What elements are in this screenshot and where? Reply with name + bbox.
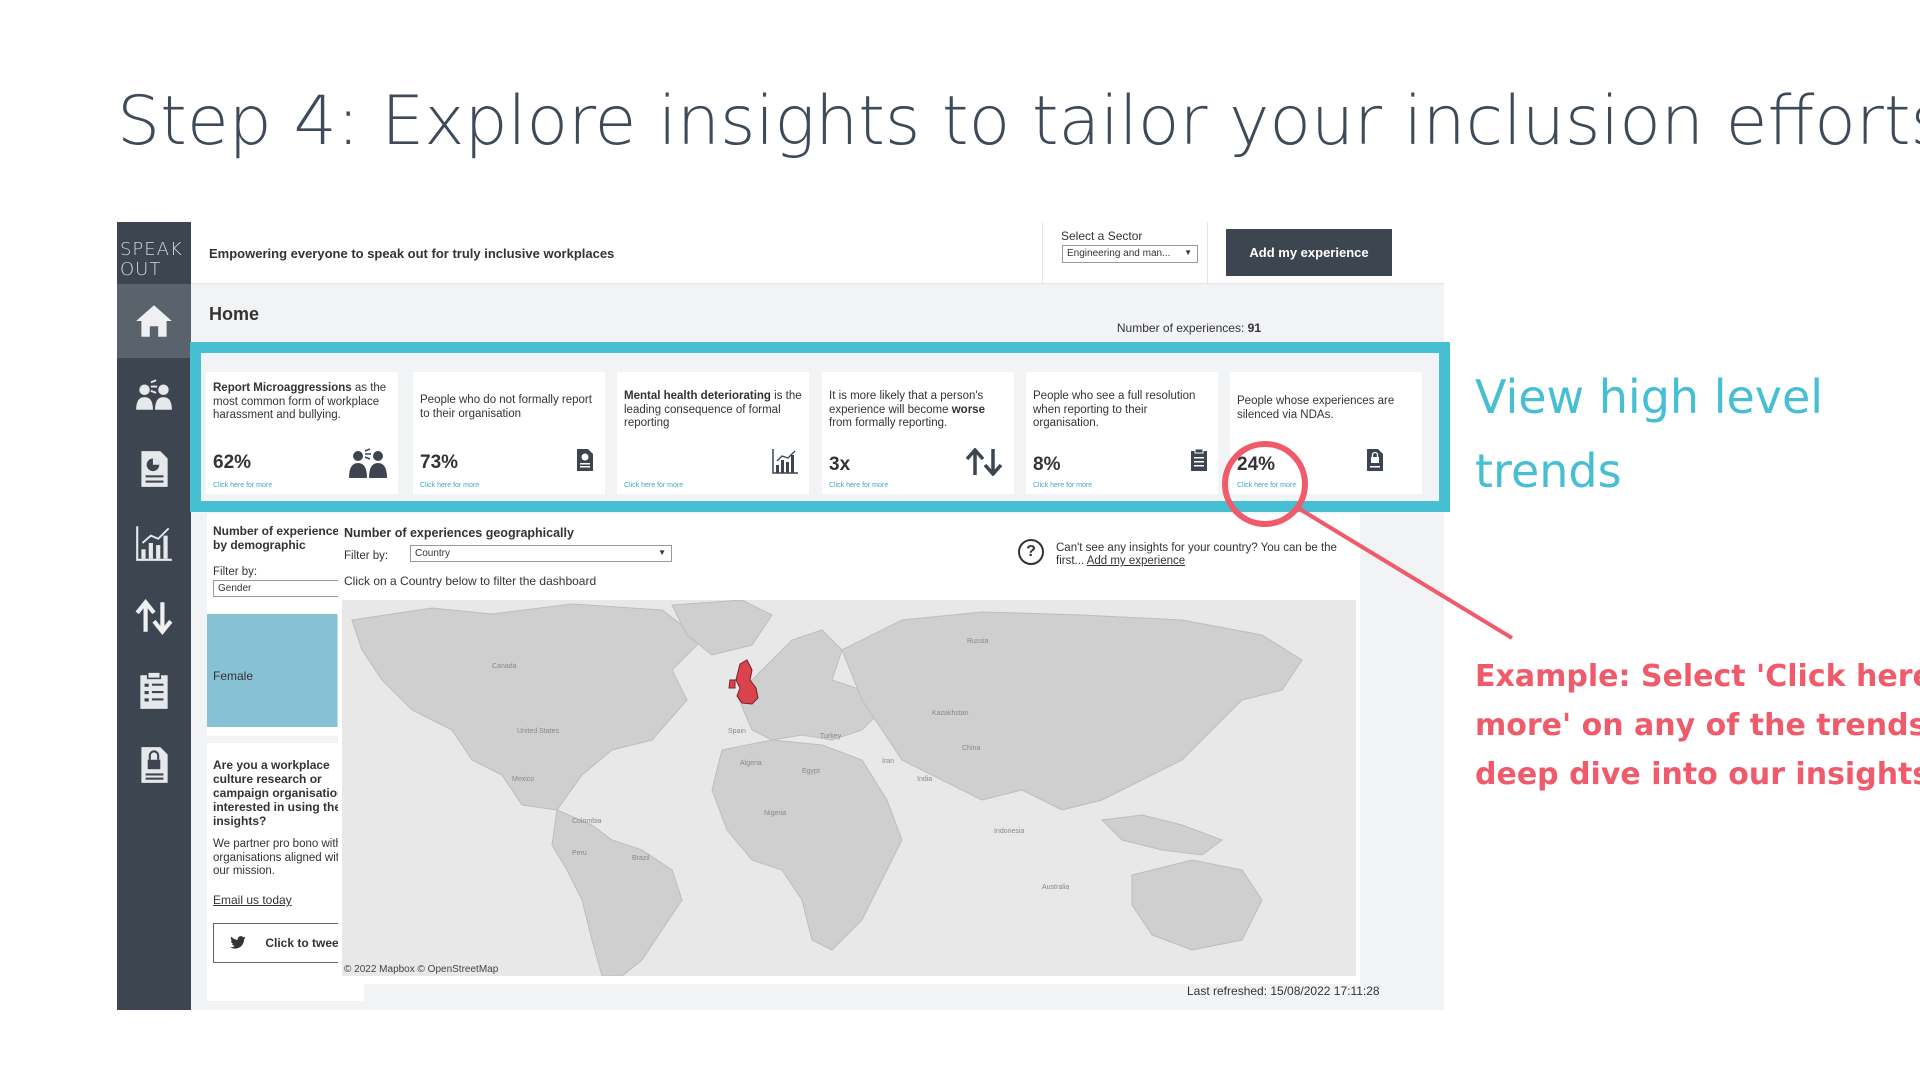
trends-highlight-box [190,342,1450,512]
nav-consequences[interactable] [117,506,191,580]
cant-see-message: Can't see any insights for your country?… [1056,542,1356,568]
map-label-nigeria: Nigeria [764,810,787,817]
map-label-colombia: Colombia [572,818,602,825]
geographic-panel: Number of experiences geographically Fil… [338,514,1360,984]
nav-ndas[interactable] [117,728,191,802]
map-label-turkey: Turkey [820,733,842,740]
example-line-1: Example: Select 'Click here for [1475,659,1920,694]
filter-value: Country [415,548,451,559]
add-experience-button[interactable]: Add my experience [1226,229,1392,276]
world-map[interactable]: Canada United States Mexico Colombia Per… [342,600,1356,976]
view-trends-annotation: View high level trends [1475,370,1824,498]
sector-dropdown[interactable]: Engineering and man... ▼ [1062,245,1198,263]
map-label-russia: Russia [967,638,989,645]
speak-out-logo[interactable]: SPEAK OUT [120,240,183,280]
add-experience-link[interactable]: Add my experience [1087,555,1185,567]
country-filter-dropdown[interactable]: Country ▼ [410,545,672,562]
nav-home[interactable] [117,284,191,358]
map-label-australia: Australia [1042,884,1070,891]
sector-label: Select a Sector [1061,229,1143,243]
map-label-kazakhstan: Kazakhstan [932,710,969,717]
filter-label: Filter by: [213,566,258,578]
sector-value: Engineering and man... [1067,248,1171,259]
lock-document-icon [141,747,168,783]
sidebar: SPEAK OUT [117,222,191,1010]
last-refreshed: Last refreshed: 15/08/2022 17:11:28 [1187,984,1380,998]
geo-hint: Click on a Country below to filter the d… [344,574,597,588]
map-label-india: India [917,776,933,783]
map-label-peru: Peru [572,850,587,857]
experience-count: Number of experiences: 91 [1117,321,1261,335]
report-document-icon [141,451,168,487]
bar-label: Female [213,669,254,683]
experience-count-value: 91 [1247,321,1261,335]
top-bar: Empowering everyone to speak out for tru… [191,222,1444,284]
dashboard-screenshot: SPEAK OUT Empowering everyone to speak o… [117,222,1444,1010]
map-label-spain: Spain [728,728,746,735]
example-line-2: more' on any of the trends to [1475,708,1920,743]
filter-label: Filter by: [344,550,389,562]
caret-down-icon: ▼ [1184,248,1192,257]
map-label-brazil: Brazil [632,855,650,862]
map-label-egypt: Egypt [802,768,820,775]
page-title: Home [209,304,260,324]
map-label-indonesia: Indonesia [994,828,1025,835]
map-label-us: United States [517,728,560,735]
tagline: Empowering everyone to speak out for tru… [209,246,615,261]
example-line-3: deep dive into our insights [1475,757,1920,792]
divider [1042,222,1043,284]
nav-outcomes[interactable] [117,580,191,654]
bar-chart-icon [136,526,172,561]
twitter-bird-icon [230,936,247,949]
map-svg [342,600,1356,976]
logo-line-2: OUT [120,259,162,280]
question-icon: ? [1018,539,1044,565]
map-label-canada: Canada [492,663,517,670]
filter-value: Gender [218,583,252,594]
divider [1207,222,1208,284]
example-annotation: Example: Select 'Click here for more' on… [1475,652,1920,799]
map-label-china: China [962,745,981,752]
nav-resolution[interactable] [117,654,191,728]
people-talking-icon [136,379,172,410]
tweet-button-label: Click to tweet [265,936,343,950]
map-label-iran: Iran [882,758,895,765]
home-icon [136,305,172,337]
caret-down-icon: ▼ [658,548,666,557]
logo-line-1: SPEAK [120,239,183,260]
up-down-arrows-icon [135,598,173,636]
nav-reporting[interactable] [117,432,191,506]
map-label-algeria: Algeria [740,760,762,767]
slide-title: Step 4: Explore insights to tailor your … [117,82,1920,161]
email-us-link[interactable]: Email us today [213,893,292,907]
map-label-mexico: Mexico [512,776,535,783]
nav-microaggressions[interactable] [117,358,191,432]
checklist-icon [140,671,168,709]
map-credit: © 2022 Mapbox © OpenStreetMap [344,964,499,975]
experience-count-label: Number of experiences: [1116,321,1245,335]
geo-title: Number of experiences geographically [344,526,574,540]
